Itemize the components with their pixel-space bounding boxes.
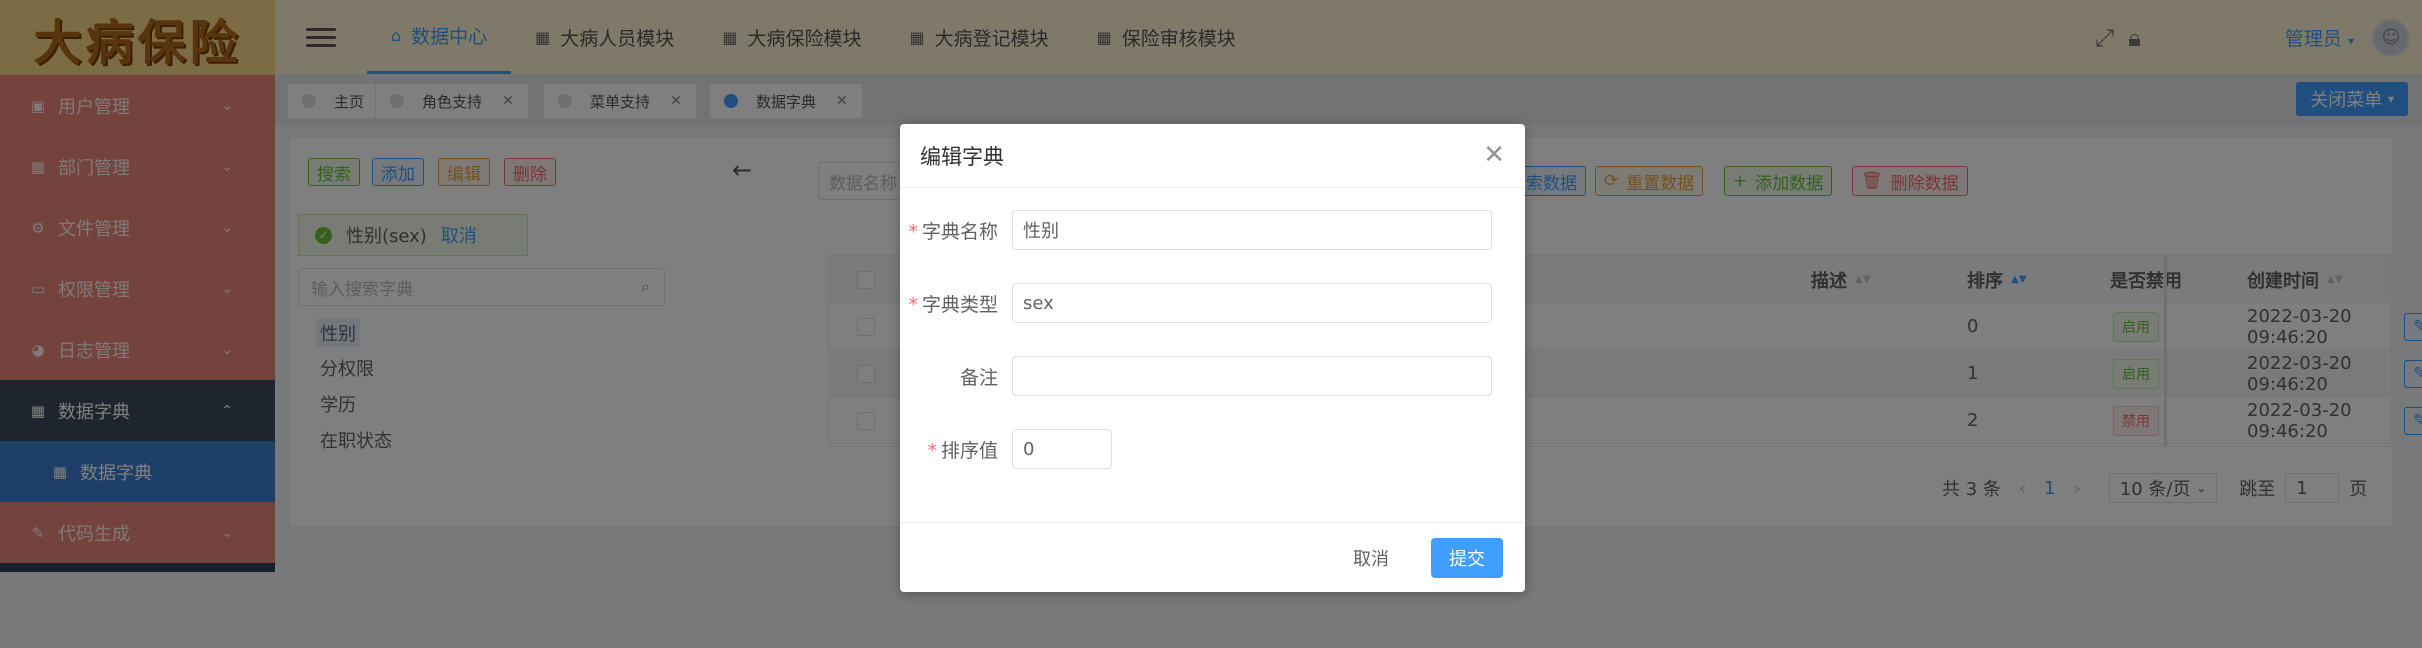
- dict-name-value: 性别: [1023, 221, 1059, 242]
- dict-type-value: sex: [1023, 292, 1054, 314]
- remark-input[interactable]: [1012, 356, 1492, 396]
- dict-type-input[interactable]: sex: [1012, 283, 1492, 323]
- dialog-title: 编辑字典: [920, 144, 1004, 169]
- button-label: 取消: [1353, 549, 1389, 570]
- dialog-header: 编辑字典 ✕: [900, 124, 1525, 188]
- dict-name-label: * 字典名称: [908, 220, 998, 243]
- form-row-type: * 字典类型 sex: [900, 282, 1525, 324]
- form-row-remark: 备注: [900, 355, 1525, 397]
- order-value: 0: [1023, 438, 1035, 460]
- edit-dictionary-dialog: 编辑字典 ✕ * 字典名称 性别 * 字典类型 sex 备注 * 排序值 0 取消 提…: [900, 124, 1525, 592]
- order-label: * 排序值: [927, 439, 998, 462]
- form-row-name: * 字典名称 性别: [900, 209, 1525, 251]
- remark-label: 备注: [959, 366, 998, 389]
- order-input[interactable]: 0: [1012, 429, 1112, 469]
- dict-name-input[interactable]: 性别: [1012, 210, 1492, 250]
- form-row-order: * 排序值 0: [900, 428, 1525, 470]
- dialog-footer: 取消 提交: [900, 522, 1525, 592]
- submit-button[interactable]: 提交: [1431, 538, 1503, 578]
- close-icon[interactable]: ✕: [1483, 142, 1505, 168]
- button-label: 提交: [1449, 549, 1485, 570]
- dict-type-label: * 字典类型: [908, 293, 998, 316]
- cancel-button[interactable]: 取消: [1335, 538, 1407, 578]
